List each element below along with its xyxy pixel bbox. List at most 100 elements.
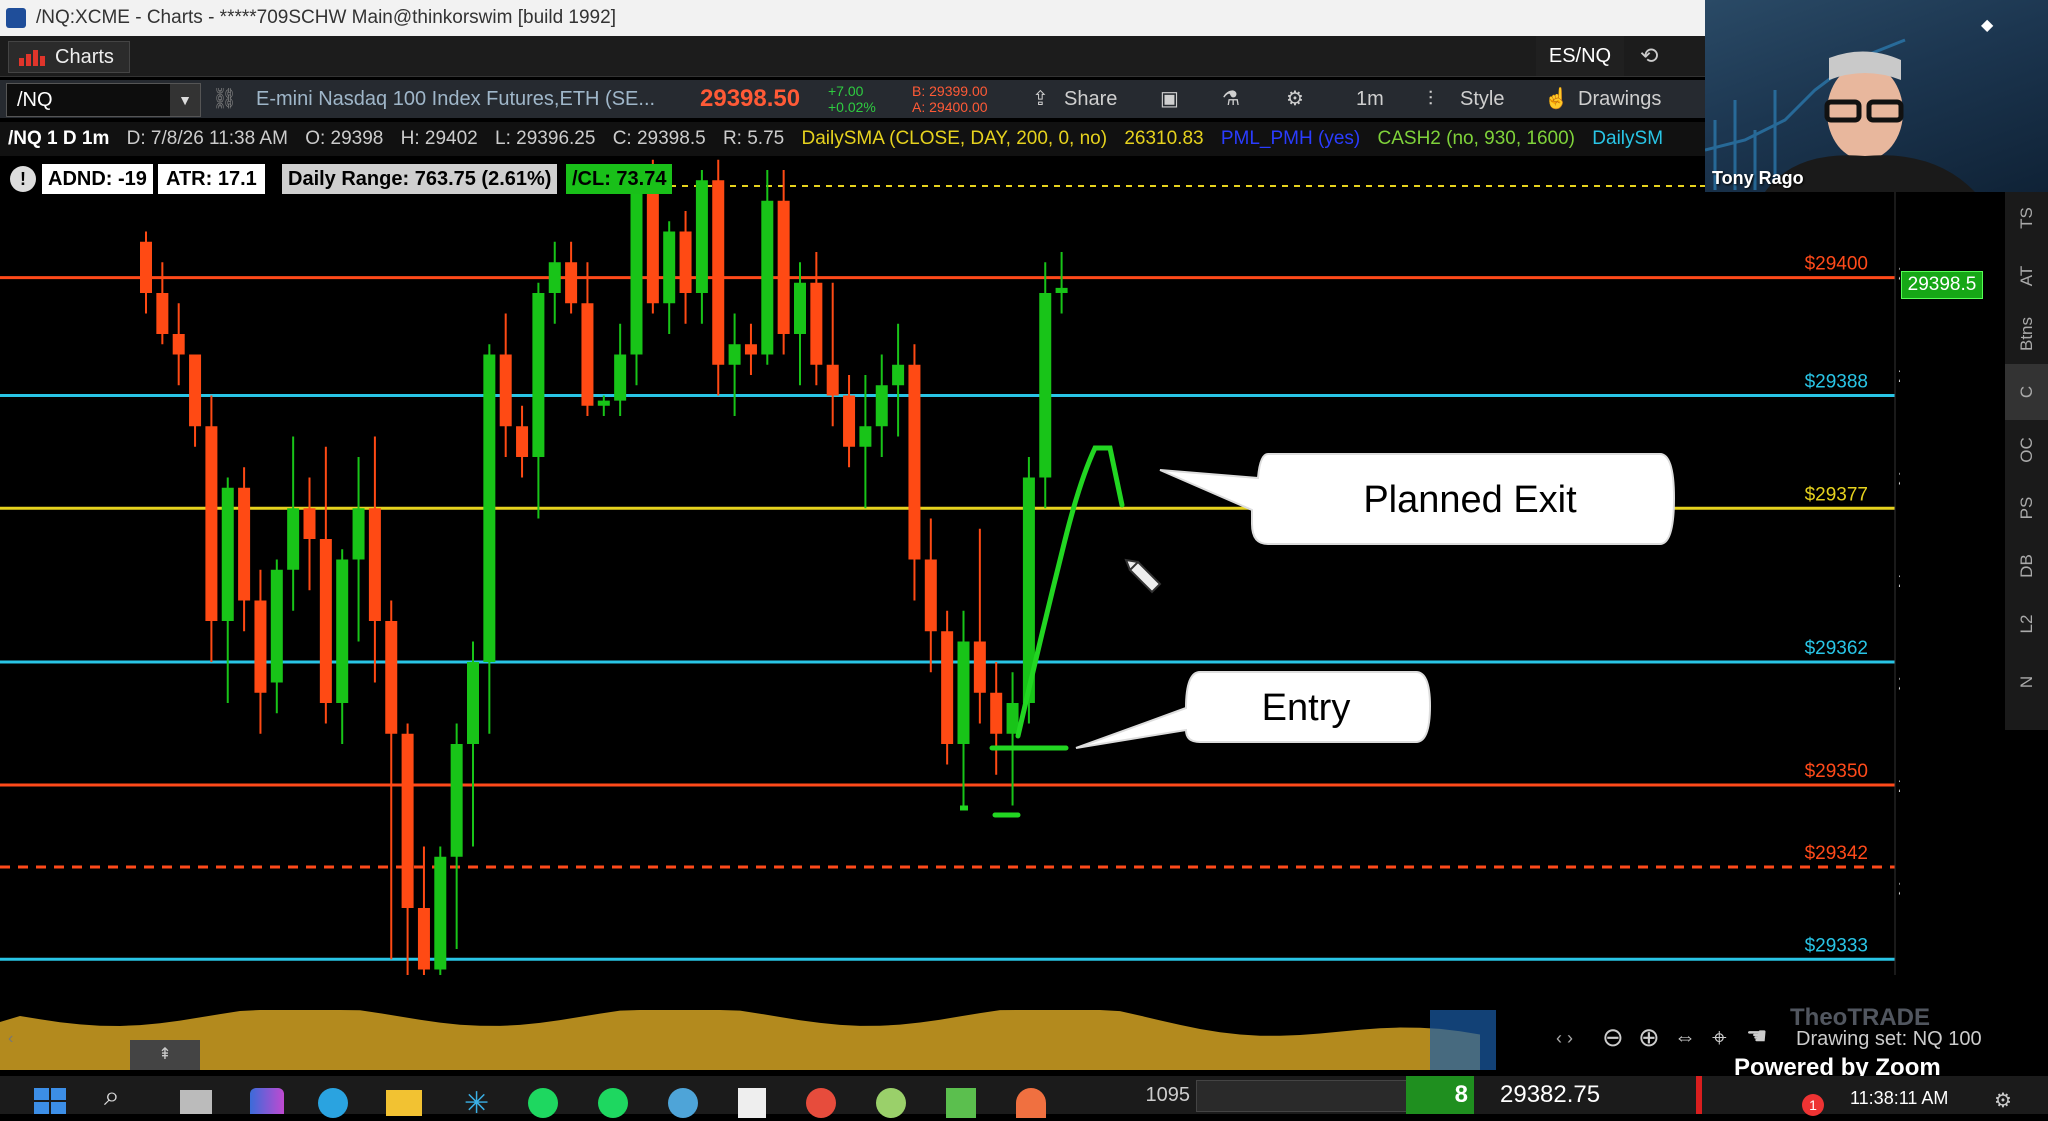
link-icon[interactable]: ⛓ bbox=[212, 80, 237, 118]
linked-symbol-button[interactable]: ES/NQ bbox=[1536, 36, 1624, 76]
candle bbox=[712, 159, 725, 396]
theotrade-watermark: TheoTRADE bbox=[1790, 1004, 1930, 1031]
charts-tab[interactable]: Charts bbox=[8, 41, 130, 73]
studies-flask-icon[interactable]: ⚗ bbox=[1222, 80, 1240, 118]
candle-body bbox=[156, 293, 169, 334]
ticker-strip bbox=[1196, 1080, 1408, 1112]
scroll-left-icon[interactable]: ‹ bbox=[8, 1030, 13, 1048]
sidebar-tab-db[interactable]: DB bbox=[2005, 538, 2048, 594]
candle-body bbox=[924, 559, 937, 632]
candle bbox=[924, 518, 937, 673]
bar-date: D: 7/8/26 11:38 AM bbox=[126, 128, 288, 149]
price-level-label: $29377 bbox=[1805, 484, 1868, 505]
candle bbox=[254, 569, 267, 734]
timeframe-button[interactable]: 1m bbox=[1356, 80, 1384, 118]
candle-body bbox=[941, 631, 954, 744]
instrument-description: E-mini Nasdaq 100 Index Futures,ETH (SE.… bbox=[256, 88, 656, 110]
candle-body bbox=[319, 539, 332, 703]
sidebar-tab-l2[interactable]: L2 bbox=[2005, 596, 2048, 652]
style-button[interactable]: Style bbox=[1460, 80, 1504, 118]
adnd-label: ADND: -19 bbox=[42, 164, 153, 194]
zoom-out-icon[interactable]: ⊖ bbox=[1602, 1022, 1624, 1053]
style-icon[interactable]: ⫶ bbox=[1428, 80, 1433, 118]
sidebar-tab-btns[interactable]: Btns bbox=[2005, 306, 2048, 362]
pan-arrows[interactable]: ‹ › bbox=[1556, 1028, 1573, 1049]
study-daily-sm[interactable]: DailySM bbox=[1592, 128, 1663, 149]
bar-close: C: 29398.5 bbox=[612, 128, 706, 149]
file-explorer-icon[interactable] bbox=[386, 1090, 422, 1116]
candle-body bbox=[614, 354, 627, 401]
share-icon[interactable]: ⇪ bbox=[1032, 80, 1049, 118]
sidebar-tab-label: PS bbox=[2016, 496, 2036, 520]
copilot-icon[interactable] bbox=[250, 1088, 284, 1114]
collapse-subchart-icon[interactable]: ⇞ bbox=[130, 1040, 200, 1070]
sidebar-tab-oc[interactable]: OC bbox=[2005, 422, 2048, 478]
candle-body bbox=[1039, 293, 1052, 478]
zoom-in-icon[interactable]: ⊕ bbox=[1638, 1022, 1660, 1053]
gear-icon[interactable]: ⚙ bbox=[1286, 80, 1304, 118]
sidebar-tab-n[interactable]: N bbox=[2005, 654, 2048, 710]
price-level-label: $29342 bbox=[1805, 843, 1868, 864]
monitor-icon[interactable]: ▣ bbox=[1160, 80, 1179, 118]
candle bbox=[303, 477, 316, 591]
candle-body bbox=[548, 262, 561, 293]
symbol-selector[interactable]: /NQ ▼ bbox=[6, 83, 201, 117]
sidebar-tab-ps[interactable]: PS bbox=[2005, 480, 2048, 536]
candle bbox=[467, 641, 479, 847]
candle-body bbox=[417, 908, 430, 970]
price-axis-tick: 29380 bbox=[1898, 469, 1900, 490]
sidebar-tab-c[interactable]: C bbox=[2005, 364, 2048, 420]
candle bbox=[140, 231, 152, 314]
chart-bars-icon bbox=[19, 50, 45, 66]
price-chart[interactable]: $29400 $29388 $29377 $29362 $29350 $29342 $293… bbox=[0, 156, 1900, 980]
windows-start-icon[interactable] bbox=[34, 1088, 68, 1114]
candle bbox=[875, 354, 888, 457]
chevron-down-icon[interactable]: ▼ bbox=[170, 84, 200, 116]
candle-body bbox=[385, 621, 398, 734]
atr-label: ATR: 17.1 bbox=[158, 164, 265, 194]
hand-icon[interactable]: ☚ bbox=[1746, 1022, 1768, 1051]
crosshair-icon[interactable]: ⌖ bbox=[1712, 1022, 1727, 1054]
candle-body bbox=[990, 692, 1003, 734]
price-level-label: $29333 bbox=[1805, 935, 1868, 956]
candle bbox=[777, 170, 790, 355]
candle-body bbox=[189, 354, 202, 427]
svg-text:◆: ◆ bbox=[1981, 17, 1994, 34]
share-button[interactable]: Share bbox=[1064, 80, 1117, 118]
sidebar-tab-label: AT bbox=[2016, 265, 2036, 287]
candle-body bbox=[892, 364, 905, 386]
candle bbox=[908, 344, 921, 601]
study-pml-pmh[interactable]: PML_PMH (yes) bbox=[1221, 128, 1360, 149]
drawings-hand-icon[interactable]: ☝ bbox=[1544, 80, 1569, 118]
study-cash2[interactable]: CASH2 (no, 930, 1600) bbox=[1378, 128, 1576, 149]
candle-body bbox=[744, 344, 757, 355]
pencil-cursor-icon bbox=[1124, 558, 1162, 594]
sidebar-tab-label: TS bbox=[2016, 207, 2036, 229]
starburst-app-icon[interactable]: ✳ bbox=[464, 1086, 489, 1121]
candle bbox=[368, 436, 381, 683]
candle-body bbox=[712, 180, 725, 365]
candle bbox=[205, 395, 218, 662]
notification-badge[interactable]: 1 bbox=[1802, 1094, 1824, 1116]
settings-icon[interactable]: ⚙ bbox=[1994, 1088, 2012, 1113]
task-view-icon[interactable] bbox=[180, 1090, 212, 1114]
sidebar-tab-at[interactable]: AT bbox=[2005, 248, 2048, 304]
alert-icon[interactable]: ! bbox=[10, 166, 36, 192]
time-axis-bg bbox=[0, 975, 1900, 980]
candle bbox=[892, 323, 905, 437]
candle bbox=[352, 457, 365, 642]
study-daily-sma[interactable]: DailySMA (CLOSE, DAY, 200, 0, no) bbox=[802, 128, 1108, 149]
sidebar-tab-ts[interactable]: TS bbox=[2005, 190, 2048, 246]
refresh-icon[interactable]: ⟲ bbox=[1640, 44, 1666, 68]
fit-icon[interactable]: ⇔ bbox=[1674, 1024, 1696, 1050]
candle-body bbox=[140, 241, 152, 293]
candle-body bbox=[336, 559, 349, 703]
candle bbox=[973, 528, 986, 724]
pct-change-value: +0.02% bbox=[828, 99, 876, 115]
chart-info-bar: /NQ 1 D 1m D: 7/8/26 11:38 AM O: 29398 H… bbox=[0, 122, 1705, 156]
position-qty: 1095 bbox=[1145, 1084, 1191, 1106]
candle bbox=[499, 313, 512, 457]
search-icon[interactable]: ⌕ bbox=[104, 1080, 120, 1113]
ticker-price: 29382.75 bbox=[1500, 1081, 1601, 1108]
drawings-button[interactable]: Drawings bbox=[1578, 80, 1661, 118]
